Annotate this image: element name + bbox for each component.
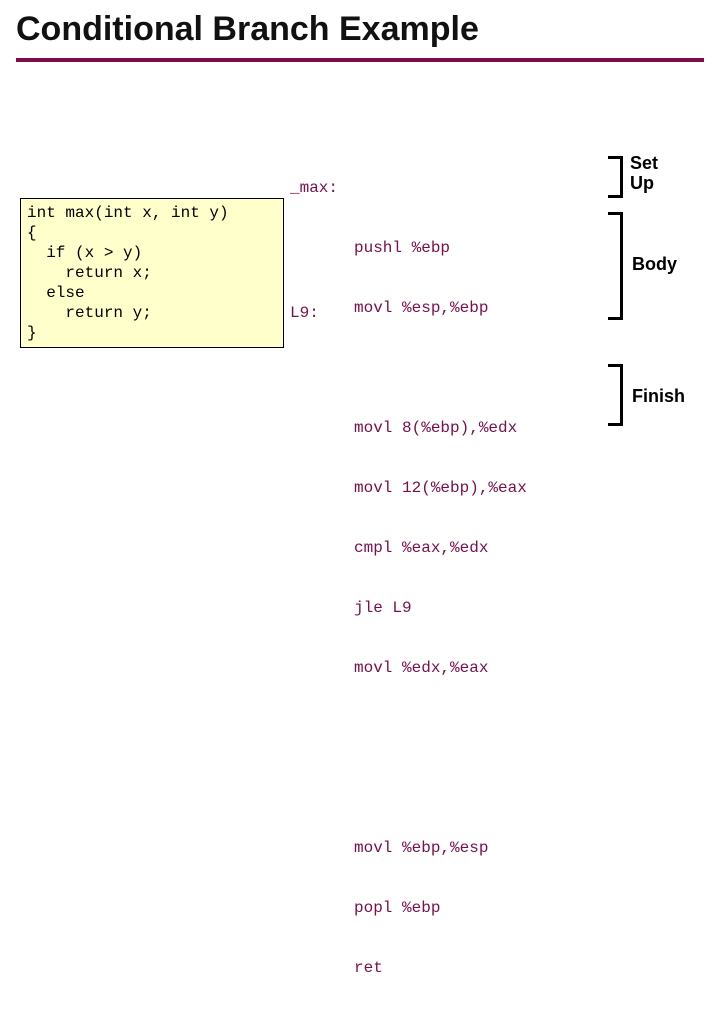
asm-gap2 — [290, 718, 527, 738]
asm-body-3: jle L9 — [290, 598, 527, 618]
asm-body-2: cmpl %eax,%edx — [290, 538, 527, 558]
asm-body-0: movl 8(%ebp),%edx — [290, 418, 527, 438]
annotation-finish: Finish — [632, 386, 685, 407]
assembly-listing: _max: pushl %ebp movl %esp,%ebp movl 8(%… — [290, 138, 527, 1018]
asm-body-4: movl %edx,%eax — [290, 658, 527, 678]
title-underline — [16, 58, 704, 62]
asm-gap3 — [290, 778, 527, 798]
bracket-setup — [608, 156, 623, 198]
asm-setup-1: movl %esp,%ebp — [290, 298, 527, 318]
slide: Conditional Branch Example int max(int x… — [0, 0, 720, 540]
slide-title: Conditional Branch Example — [16, 10, 479, 49]
asm-finish-1: popl %ebp — [290, 898, 527, 918]
asm-finish-0: movl %ebp,%esp — [290, 838, 527, 858]
asm-body-1: movl 12(%ebp),%eax — [290, 478, 527, 498]
c-code-box: int max(int x, int y) { if (x > y) retur… — [20, 198, 284, 348]
asm-finish-2: ret — [290, 958, 527, 978]
asm-label-l9: L9: — [290, 304, 319, 322]
annotation-setup: Set Up — [630, 154, 658, 194]
annotation-body: Body — [632, 254, 677, 275]
asm-gap — [290, 358, 527, 378]
asm-setup-0: pushl %ebp — [290, 238, 527, 258]
bracket-finish — [608, 364, 623, 426]
bracket-body — [608, 212, 623, 320]
asm-label-max: _max: — [290, 178, 527, 198]
